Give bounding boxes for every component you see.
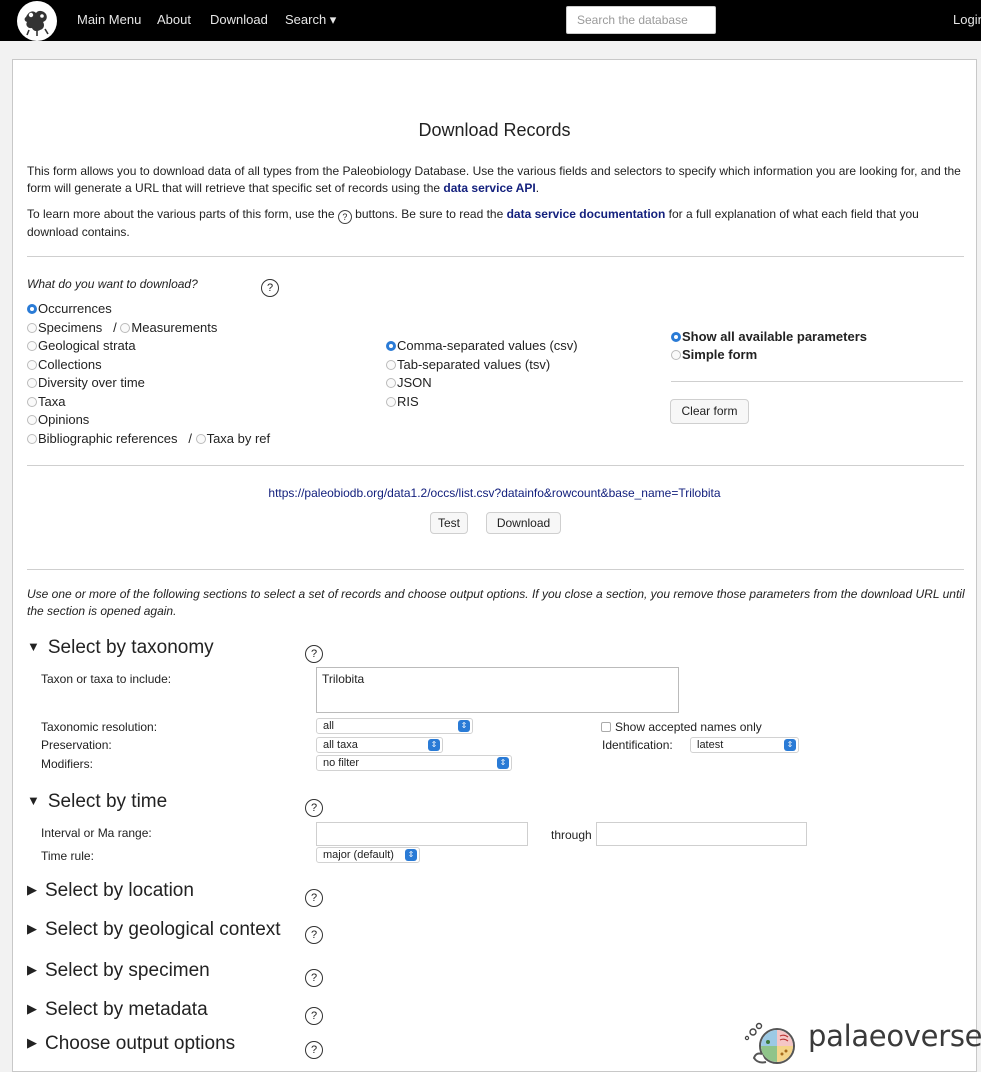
identification-select[interactable]: latest ⇕: [690, 737, 799, 753]
radio-button[interactable]: [27, 341, 37, 351]
radio-show-all-parameters[interactable]: Show all available parameters: [671, 328, 867, 346]
palaeoverse-watermark-text: palaeoverse: [808, 1019, 981, 1053]
radio-format-csv[interactable]: Comma-separated values (csv): [386, 337, 578, 355]
radio-button[interactable]: [386, 360, 396, 370]
radio-button[interactable]: [386, 397, 396, 407]
through-label: through: [551, 828, 592, 842]
radio-format-tsv[interactable]: Tab-separated values (tsv): [386, 356, 550, 374]
palaeoverse-logo-icon: [744, 1022, 795, 1064]
divider: [27, 465, 964, 466]
preservation-label: Preservation:: [41, 738, 112, 752]
select-chevron-icon: ⇕: [497, 757, 509, 769]
help-icon[interactable]: ?: [261, 279, 279, 297]
data-service-api-link[interactable]: data service API: [443, 181, 535, 195]
radio-button[interactable]: [671, 332, 681, 342]
radio-button[interactable]: [27, 397, 37, 407]
download-button[interactable]: Download: [486, 512, 561, 534]
page-title: Download Records: [418, 120, 571, 140]
section-taxonomy-toggle[interactable]: ▼ Select by taxonomy: [27, 637, 214, 659]
time-rule-label: Time rule:: [41, 849, 94, 863]
help-icon[interactable]: ?: [305, 799, 323, 817]
download-form-panel: Download Records This form allows you to…: [12, 59, 977, 1072]
section-time-toggle[interactable]: ▼ Select by time: [27, 791, 167, 813]
radio-format-json[interactable]: JSON: [386, 374, 432, 392]
identification-label: Identification:: [602, 738, 673, 752]
radio-button[interactable]: [195, 434, 206, 444]
radio-button[interactable]: [386, 378, 396, 388]
nav-about[interactable]: About: [157, 12, 191, 27]
modifiers-select[interactable]: no filter ⇕: [316, 755, 512, 771]
taxa-textarea[interactable]: Trilobita: [316, 667, 679, 713]
radio-button[interactable]: [120, 323, 131, 333]
radio-simple-form[interactable]: Simple form: [671, 346, 757, 364]
help-paragraph: To learn more about the various parts of…: [27, 207, 919, 239]
accepted-names-checkbox[interactable]: Show accepted names only: [601, 720, 762, 734]
interval-from-input[interactable]: [316, 822, 528, 846]
help-icon[interactable]: ?: [305, 1007, 323, 1025]
taxonomic-resolution-label: Taxonomic resolution:: [41, 720, 158, 734]
sections-note: Use one or more of the following section…: [27, 587, 965, 618]
nav-download[interactable]: Download: [210, 12, 268, 27]
help-icon[interactable]: ?: [305, 1041, 323, 1059]
select-chevron-icon: ⇕: [405, 849, 417, 861]
interval-to-input[interactable]: [596, 822, 807, 846]
checkbox[interactable]: [601, 722, 611, 732]
radio-bibliographic-references[interactable]: Bibliographic references / Taxa by ref: [27, 430, 270, 448]
radio-taxa[interactable]: Taxa: [27, 393, 65, 411]
nav-search-dropdown[interactable]: Search ▾: [285, 12, 336, 28]
radio-button[interactable]: [27, 378, 37, 388]
divider: [27, 569, 964, 570]
test-button[interactable]: Test: [430, 512, 468, 534]
divider: [671, 381, 963, 382]
select-chevron-icon: ⇕: [784, 739, 796, 751]
section-specimen-toggle[interactable]: ▶ Select by specimen: [27, 960, 210, 982]
taxa-label: Taxon or taxa to include:: [41, 672, 172, 686]
select-chevron-icon: ⇕: [428, 739, 440, 751]
interval-label: Interval or Ma range:: [41, 826, 152, 840]
radio-button[interactable]: [27, 415, 37, 425]
radio-format-ris[interactable]: RIS: [386, 393, 419, 411]
clear-form-button[interactable]: Clear form: [670, 399, 749, 424]
radio-collections[interactable]: Collections: [27, 356, 102, 374]
data-service-documentation-link[interactable]: data service documentation: [507, 207, 666, 221]
modifiers-label: Modifiers:: [41, 757, 94, 771]
radio-button[interactable]: [671, 350, 681, 360]
radio-button[interactable]: [27, 323, 37, 333]
radio-diversity[interactable]: Diversity over time: [27, 374, 145, 392]
pbdb-logo-icon[interactable]: [17, 1, 57, 41]
taxonomic-resolution-select[interactable]: all ⇕: [316, 718, 473, 734]
section-location-toggle[interactable]: ▶ Select by location: [27, 880, 194, 902]
help-icon[interactable]: ?: [305, 926, 323, 944]
login-link[interactable]: Login: [953, 12, 981, 27]
radio-opinions[interactable]: Opinions: [27, 411, 89, 429]
radio-occurrences[interactable]: Occurrences: [27, 300, 112, 318]
help-icon[interactable]: ?: [305, 969, 323, 987]
top-navbar: Main Menu About Download Search ▾ Login: [0, 0, 981, 41]
radio-button[interactable]: [386, 341, 396, 351]
radio-specimens-measurements[interactable]: Specimens / Measurements: [27, 319, 217, 337]
help-icon: ?: [337, 210, 352, 224]
section-metadata-toggle[interactable]: ▶ Select by metadata: [27, 999, 208, 1021]
divider: [27, 256, 964, 257]
search-input[interactable]: [566, 6, 716, 34]
download-question: What do you want to download?: [27, 277, 198, 291]
section-output-options-toggle[interactable]: ▶ Choose output options: [27, 1033, 235, 1055]
help-icon[interactable]: ?: [305, 645, 323, 663]
preservation-select[interactable]: all taxa ⇕: [316, 737, 443, 753]
select-chevron-icon: ⇕: [458, 720, 470, 732]
nav-main-menu[interactable]: Main Menu: [77, 12, 141, 27]
intro-paragraph: This form allows you to download data of…: [27, 164, 961, 195]
section-geological-context-toggle[interactable]: ▶ Select by geological context: [27, 919, 281, 941]
help-icon[interactable]: ?: [305, 889, 323, 907]
generated-url[interactable]: https://paleobiodb.org/data1.2/occs/list…: [13, 486, 976, 500]
radio-button[interactable]: [27, 360, 37, 370]
time-rule-select[interactable]: major (default) ⇕: [316, 847, 420, 863]
radio-button[interactable]: [27, 304, 37, 314]
radio-geological-strata[interactable]: Geological strata: [27, 337, 136, 355]
radio-button[interactable]: [27, 434, 37, 444]
